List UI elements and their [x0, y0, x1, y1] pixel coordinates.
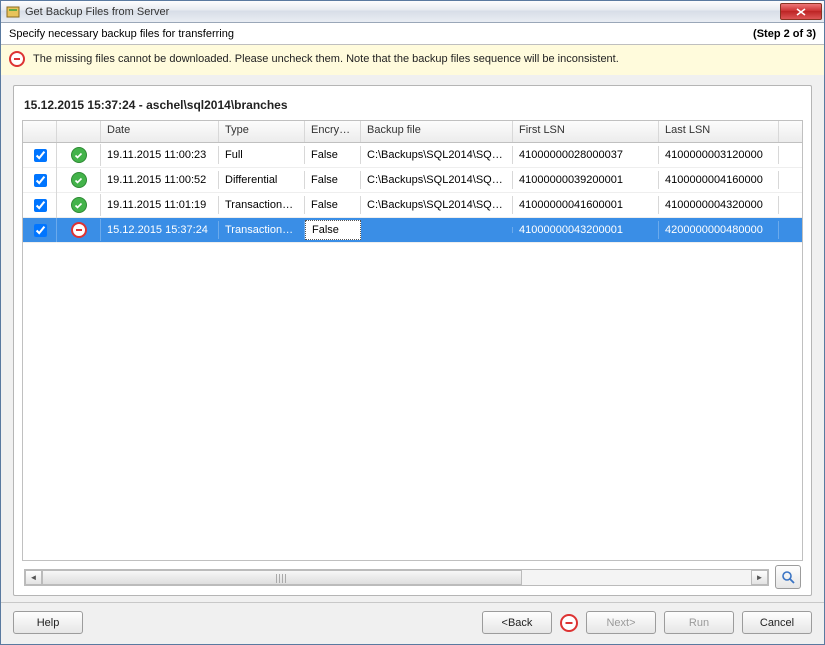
col-encrypted[interactable]: Encrypted: [305, 121, 361, 142]
row-checkbox-cell[interactable]: [23, 193, 57, 218]
scroll-left-button[interactable]: ◄: [25, 570, 42, 585]
window: Get Backup Files from Server Specify nec…: [0, 0, 825, 645]
last_lsn: 4100000003120000: [659, 146, 779, 164]
file: C:\Backups\SQL2014\SQL20...: [361, 171, 513, 189]
table-row[interactable]: 15.12.2015 15:37:24TransactionLogFalse 41…: [23, 218, 802, 243]
col-checkbox[interactable]: [23, 121, 57, 142]
back-button[interactable]: <Back: [482, 611, 552, 634]
content-area: 15.12.2015 15:37:24 - aschel\sql2014\bra…: [1, 75, 824, 602]
error-icon: [9, 51, 25, 67]
app-icon: [5, 4, 21, 20]
last_lsn: 4200000000480000: [659, 221, 779, 239]
row-checkbox-cell[interactable]: [23, 218, 57, 243]
type: Full: [219, 146, 305, 164]
row-checkbox-cell[interactable]: [23, 143, 57, 168]
help-button[interactable]: Help: [13, 611, 83, 634]
file: C:\Backups\SQL2014\SQL20...: [361, 196, 513, 214]
first_lsn: 41000000039200001: [513, 171, 659, 189]
scroll-thumb[interactable]: [42, 570, 522, 585]
col-file[interactable]: Backup file: [361, 121, 513, 142]
encrypted: False: [305, 146, 361, 164]
file: C:\Backups\SQL2014\SQL20...: [361, 146, 513, 164]
type: TransactionLog: [219, 196, 305, 214]
titlebar: Get Backup Files from Server: [1, 1, 824, 23]
row-checkbox[interactable]: [34, 149, 47, 162]
next-disabled-icon: [560, 614, 578, 632]
encrypted: False: [305, 196, 361, 214]
row-checkbox[interactable]: [34, 224, 47, 237]
panel: 15.12.2015 15:37:24 - aschel\sql2014\bra…: [13, 85, 812, 596]
warning-bar: The missing files cannot be downloaded. …: [1, 45, 824, 75]
row-checkbox[interactable]: [34, 174, 47, 187]
subheader: Specify necessary backup files for trans…: [1, 23, 824, 45]
search-icon: [781, 570, 795, 584]
window-title: Get Backup Files from Server: [25, 6, 776, 18]
footer: Help <Back Next> Run Cancel: [1, 602, 824, 644]
cancel-button[interactable]: Cancel: [742, 611, 812, 634]
encrypted: False: [305, 171, 361, 189]
date: 19.11.2015 11:00:23: [101, 146, 219, 164]
first_lsn: 41000000041600001: [513, 196, 659, 214]
run-button: Run: [664, 611, 734, 634]
row-status-cell: [57, 144, 101, 166]
row-checkbox[interactable]: [34, 199, 47, 212]
col-status[interactable]: [57, 121, 101, 142]
row-status-cell: [57, 219, 101, 241]
status-ok-icon: [71, 172, 87, 188]
type: TransactionLog: [219, 221, 305, 239]
next-button: Next>: [586, 611, 656, 634]
scroll-area: ◄ ►: [22, 561, 803, 591]
grid: Date Type Encrypted Backup file First LS…: [22, 120, 803, 561]
last_lsn: 4100000004160000: [659, 171, 779, 189]
grid-body: 19.11.2015 11:00:23FullFalseC:\Backups\S…: [23, 143, 802, 560]
first_lsn: 41000000028000037: [513, 146, 659, 164]
encrypted: False: [305, 220, 361, 240]
date: 19.11.2015 11:00:52: [101, 171, 219, 189]
col-first-lsn[interactable]: First LSN: [513, 121, 659, 142]
date: 15.12.2015 15:37:24: [101, 221, 219, 239]
row-checkbox-cell[interactable]: [23, 168, 57, 193]
col-date[interactable]: Date: [101, 121, 219, 142]
status-error-icon: [71, 222, 87, 238]
step-indicator: (Step 2 of 3): [753, 28, 816, 40]
status-ok-icon: [71, 147, 87, 163]
scroll-right-button[interactable]: ►: [751, 570, 768, 585]
search-button[interactable]: [775, 565, 801, 589]
last_lsn: 4100000004320000: [659, 196, 779, 214]
panel-title: 15.12.2015 15:37:24 - aschel\sql2014\bra…: [24, 98, 801, 112]
grid-header: Date Type Encrypted Backup file First LS…: [23, 121, 802, 143]
type: Differential: [219, 171, 305, 189]
file: [361, 227, 513, 233]
close-button[interactable]: [780, 3, 822, 20]
date: 19.11.2015 11:01:19: [101, 196, 219, 214]
warning-text: The missing files cannot be downloaded. …: [33, 53, 619, 65]
table-row[interactable]: 19.11.2015 11:01:19TransactionLogFalseC:…: [23, 193, 802, 218]
table-row[interactable]: 19.11.2015 11:00:23FullFalseC:\Backups\S…: [23, 143, 802, 168]
status-ok-icon: [71, 197, 87, 213]
col-last-lsn[interactable]: Last LSN: [659, 121, 779, 142]
row-status-cell: [57, 169, 101, 191]
subheader-text: Specify necessary backup files for trans…: [9, 28, 234, 40]
row-status-cell: [57, 194, 101, 216]
table-row[interactable]: 19.11.2015 11:00:52DifferentialFalseC:\B…: [23, 168, 802, 193]
col-type[interactable]: Type: [219, 121, 305, 142]
first_lsn: 41000000043200001: [513, 221, 659, 239]
horizontal-scrollbar[interactable]: ◄ ►: [24, 569, 769, 586]
